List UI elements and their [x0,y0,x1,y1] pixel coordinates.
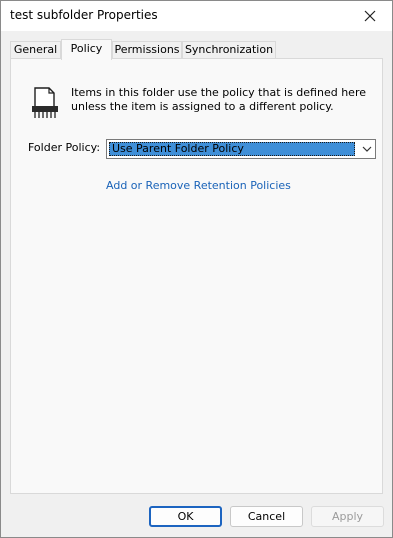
folder-policy-label: Folder Policy: [28,141,101,154]
properties-dialog: test subfolder Properties General Policy… [0,0,393,538]
cancel-button[interactable]: Cancel [230,506,303,527]
tab-general[interactable]: General [10,41,61,59]
retention-policies-link[interactable]: Add or Remove Retention Policies [106,179,291,192]
policy-document-icon [32,87,58,118]
title-bar: test subfolder Properties [1,1,392,31]
close-button[interactable] [348,1,392,31]
close-icon [364,10,376,22]
tab-synchronization[interactable]: Synchronization [182,41,276,59]
dropdown-toggle[interactable] [358,140,375,158]
window-title: test subfolder Properties [10,8,158,22]
folder-policy-selected-value: Use Parent Folder Policy [109,142,355,156]
folder-policy-dropdown[interactable]: Use Parent Folder Policy [106,139,376,159]
apply-button[interactable]: Apply [311,506,384,527]
ok-button[interactable]: OK [149,506,222,527]
chevron-down-icon [362,146,371,152]
policy-panel: Items in this folder use the policy that… [10,58,383,494]
tab-policy[interactable]: Policy [61,39,112,60]
tab-permissions[interactable]: Permissions [112,41,182,59]
policy-description: Items in this folder use the policy that… [71,86,366,113]
